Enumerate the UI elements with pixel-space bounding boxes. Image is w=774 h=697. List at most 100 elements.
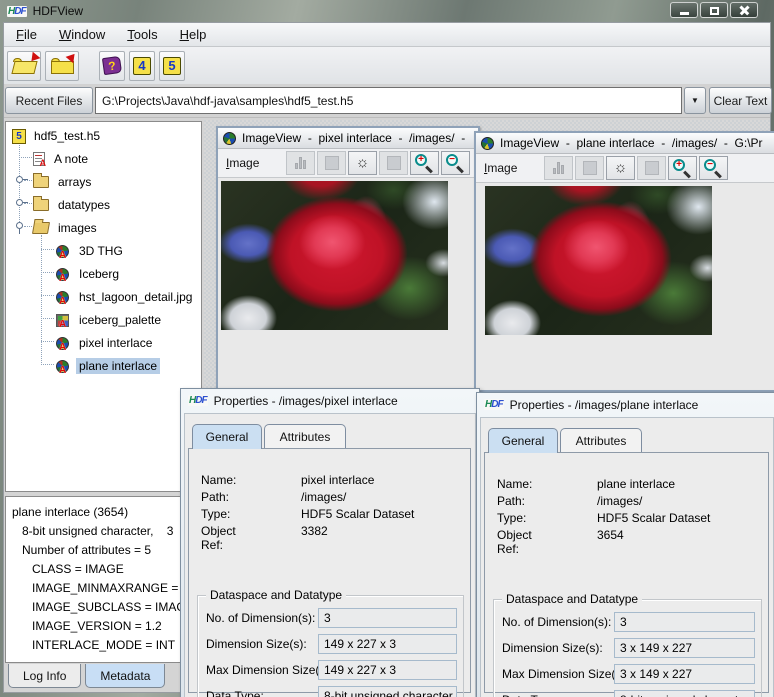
close-file-button[interactable] [45, 51, 79, 81]
tree-item-root[interactable]: 5 hdf5_test.h5 [12, 125, 103, 147]
dimension-count-field[interactable]: 3 [614, 612, 755, 632]
object-ref-label: Object Ref: [201, 524, 236, 552]
palette-icon [56, 314, 69, 327]
tree-expand-handle-datatypes[interactable] [16, 199, 23, 206]
menu-tools[interactable]: Tools [127, 27, 157, 42]
imageview2-title-bar[interactable]: ImageView - plane interlace - /images/ -… [476, 133, 774, 154]
zoom-out-button[interactable]: − [699, 156, 728, 180]
hdf-logo-icon: HDF [484, 399, 504, 410]
tree-item-pixel-interlace[interactable]: pixel interlace [56, 332, 155, 354]
data-type-field[interactable]: 8-bit unsigned character [614, 690, 755, 697]
tab-attributes[interactable]: Attributes [264, 424, 346, 449]
folder-icon [33, 176, 49, 188]
tree-item-images[interactable]: images [33, 217, 100, 239]
metadata-line: IMAGE_MINMAXRANGE = [12, 579, 201, 598]
rose-image-pixel-interlace[interactable] [221, 181, 448, 330]
tree-item-plane-interlace[interactable]: plane interlace [56, 355, 160, 377]
tree-item-a-note[interactable]: A note [33, 148, 91, 170]
menu-bar: File Window Tools Help [4, 23, 770, 47]
properties2-title-bar[interactable]: HDF Properties - /images/plane interlace [477, 393, 774, 416]
max-dimension-size-field[interactable]: 3 x 149 x 227 [614, 664, 755, 684]
metadata-line: 8-bit unsigned character, 3 [12, 522, 201, 541]
brightness-button[interactable]: ☼ [348, 151, 377, 175]
metadata-line: CLASS = IMAGE [12, 560, 201, 579]
help-button[interactable]: ? [99, 51, 125, 81]
tree-item-arrays[interactable]: arrays [33, 171, 94, 193]
zoom-out-icon: − [446, 154, 465, 173]
name-label: Name: [497, 477, 532, 491]
properties1-body: General Attributes Name:pixel interlace … [184, 413, 476, 697]
hdf5-icon: 5 [163, 57, 181, 75]
path-label: Path: [497, 494, 525, 508]
clear-text-button[interactable]: Clear Text [709, 87, 772, 114]
tree-item-iceberg-palette[interactable]: iceberg_palette [56, 309, 164, 331]
zoom-in-icon: + [415, 154, 434, 173]
max-dimension-size-field[interactable]: 149 x 227 x 3 [318, 660, 457, 680]
hdf-logo-icon: HDF [7, 6, 27, 17]
brightness-icon: ☼ [356, 156, 370, 170]
histogram-icon [553, 162, 564, 174]
tab-metadata[interactable]: Metadata [85, 664, 165, 688]
metadata-line: IMAGE_SUBCLASS = IMAG [12, 598, 201, 617]
dimension-count-field[interactable]: 3 [318, 608, 457, 628]
hdf4-icon: 4 [133, 57, 151, 75]
bottom-tab-bar: Log Info Metadata [5, 664, 165, 689]
recent-files-button[interactable]: Recent Files [5, 87, 93, 114]
maximize-button[interactable] [700, 2, 728, 18]
recent-files-bar: Recent Files G:\Projects\Java\hdf-java\s… [4, 84, 770, 118]
open-file-button[interactable] [7, 51, 41, 81]
menu-file[interactable]: File [16, 27, 37, 42]
tree-collapse-handle-images[interactable] [16, 222, 23, 229]
brightness-icon: ☼ [614, 161, 628, 175]
object-ref-label: Object Ref: [497, 528, 532, 556]
fieldset-legend: Dataspace and Datatype [502, 592, 642, 606]
caption-buttons [670, 2, 758, 18]
path-value: /images/ [301, 490, 346, 504]
tab-attributes[interactable]: Attributes [560, 428, 642, 453]
tree-item-hst-lagoon[interactable]: hst_lagoon_detail.jpg [56, 286, 195, 308]
data-type-field[interactable]: 8-bit unsigned character [318, 686, 457, 697]
hdf4-library-button[interactable]: 4 [129, 51, 155, 81]
type-value: HDF5 Scalar Dataset [301, 507, 414, 521]
image-menu[interactable]: Image [226, 156, 286, 170]
close-folder-icon [51, 58, 74, 74]
main-toolbar: ? 4 5 [4, 47, 770, 84]
tree-expand-handle-arrays[interactable] [16, 176, 23, 183]
image-menu[interactable]: Image [484, 161, 544, 175]
zoom-out-button[interactable]: − [441, 151, 470, 175]
hdf5-library-button[interactable]: 5 [159, 51, 185, 81]
minimize-button[interactable] [670, 2, 698, 18]
tab-general[interactable]: General [192, 424, 262, 449]
imageview-icon [223, 132, 236, 145]
file-tree-panel: 5 hdf5_test.h5 A note arrays datatypes i… [5, 121, 202, 492]
tree-item-iceberg[interactable]: Iceberg [56, 263, 122, 285]
dataspace-fieldset: Dataspace and Datatype No. of Dimension(… [493, 599, 762, 697]
metadata-line: INTERLACE_MODE = INT [12, 636, 201, 655]
tab-general[interactable]: General [488, 428, 558, 453]
menu-help[interactable]: Help [180, 27, 207, 42]
properties1-title-bar[interactable]: HDF Properties - /images/pixel interlace [181, 389, 479, 412]
dimension-size-field[interactable]: 149 x 227 x 3 [318, 634, 457, 654]
dataspace-fieldset: Dataspace and Datatype No. of Dimension(… [197, 595, 464, 697]
tree-item-3d-thg[interactable]: 3D THG [56, 240, 126, 262]
type-label: Type: [201, 507, 230, 521]
close-button[interactable] [730, 2, 758, 18]
imageview-icon [481, 137, 494, 150]
tab-log-info[interactable]: Log Info [8, 664, 81, 688]
image-icon [56, 268, 69, 281]
tree-item-datatypes[interactable]: datatypes [33, 194, 113, 216]
properties2-title: Properties - /images/plane interlace [510, 398, 699, 412]
imageview1-title-bar[interactable]: ImageView - pixel interlace - /images/ - [218, 128, 478, 149]
metadata-line: Number of attributes = 5 [12, 541, 201, 560]
hdfview-window: HDF HDFView File Window Tools Help ? 4 5 [0, 0, 774, 697]
brightness-button[interactable]: ☼ [606, 156, 635, 180]
recent-files-dropdown-button[interactable]: ▼ [684, 87, 706, 114]
zoom-in-button[interactable]: + [410, 151, 439, 175]
dimension-size-field[interactable]: 3 x 149 x 227 [614, 638, 755, 658]
file-path-field[interactable]: G:\Projects\Java\hdf-java\samples\hdf5_t… [95, 87, 682, 114]
menu-window[interactable]: Window [59, 27, 105, 42]
rose-image-plane-interlace[interactable] [485, 186, 712, 335]
properties1-title: Properties - /images/pixel interlace [214, 394, 398, 408]
histogram-icon [295, 157, 306, 169]
zoom-in-button[interactable]: + [668, 156, 697, 180]
